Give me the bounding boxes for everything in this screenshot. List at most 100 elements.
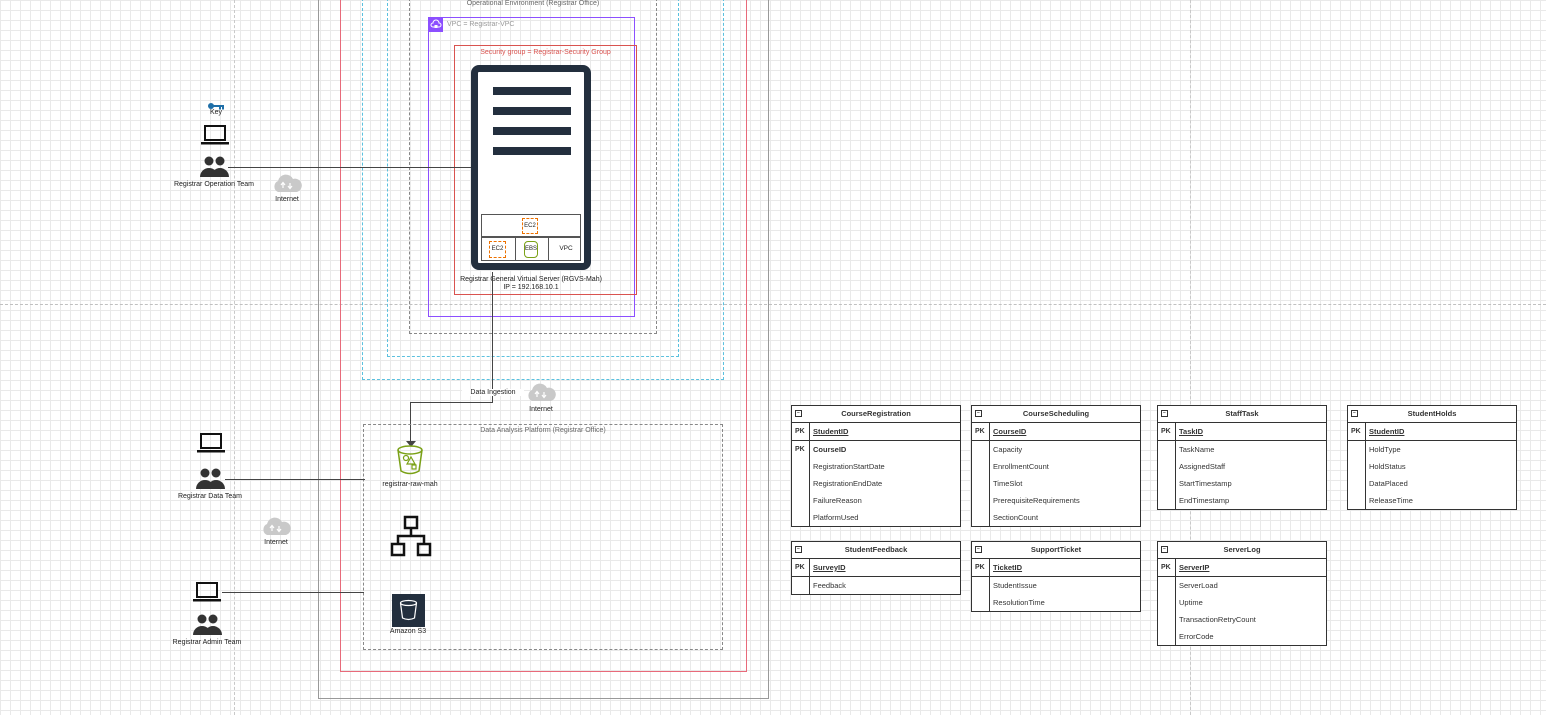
key-marker	[972, 509, 990, 526]
entity-field-row: RegistrationEndDate	[792, 475, 960, 492]
entity-pk-row: PK TaskID	[1158, 423, 1326, 441]
amazon-s3-icon[interactable]	[392, 594, 425, 627]
key-marker: PK	[792, 441, 810, 458]
entity-field-row: EndTimestamp	[1158, 492, 1326, 509]
key-marker: PK	[792, 423, 810, 440]
entity-field-row: RegistrationStartDate	[792, 458, 960, 475]
collapse-icon[interactable]: −	[975, 546, 982, 553]
entity-field-row: Capacity	[972, 441, 1140, 458]
connector-line	[225, 479, 365, 480]
key-marker	[972, 492, 990, 509]
field-name: StudentID	[1369, 427, 1405, 436]
internet-cloud-icon	[271, 174, 303, 194]
field-name: Capacity	[993, 445, 1023, 454]
entity-table[interactable]: − ServerLog PK ServerIP ServerLoad Uptime Tran…	[1157, 541, 1327, 646]
entity-field-row: ReleaseTime	[1348, 492, 1516, 509]
entity-field-row: AssignedStaff	[1158, 458, 1326, 475]
collapse-icon[interactable]: −	[975, 410, 982, 417]
team-label-admin: Registrar Admin Team	[172, 639, 242, 646]
entity-field-row: Uptime	[1158, 594, 1326, 611]
key-marker: PK	[792, 559, 810, 576]
entity-pk-row: PK SurveyID	[792, 559, 960, 577]
collapse-icon[interactable]: −	[1161, 546, 1168, 553]
field-name: Feedback	[813, 581, 846, 590]
entity-pk-row: PK StudentID	[792, 423, 960, 441]
key-marker: PK	[1348, 423, 1366, 440]
field-name: CourseID	[813, 445, 847, 454]
team-label-data: Registrar Data Team	[177, 493, 243, 500]
internet-label: Internet	[275, 196, 299, 203]
entity-field-row: DataPlaced	[1348, 475, 1516, 492]
field-name: PlatformUsed	[813, 513, 859, 522]
key-marker	[1348, 492, 1366, 509]
entity-field-row: HoldType	[1348, 441, 1516, 458]
users-icon	[192, 613, 222, 637]
key-label: Key	[209, 109, 223, 116]
collapse-icon[interactable]: −	[1161, 410, 1168, 417]
s3-bucket-icon[interactable]	[395, 444, 425, 476]
entity-table[interactable]: − CourseRegistration PK StudentID PK CourseID…	[791, 405, 961, 527]
entity-name: ServerLog	[1223, 545, 1261, 554]
key-marker	[792, 458, 810, 475]
field-name: HoldType	[1369, 445, 1401, 454]
connector-line	[228, 167, 471, 168]
entity-title: − SupportTicket	[972, 542, 1140, 559]
ec2-chip-icon: EC2	[489, 241, 506, 258]
entity-title: − CourseRegistration	[792, 406, 960, 423]
key-marker	[1158, 594, 1176, 611]
entity-table[interactable]: − StudentHolds PK StudentID HoldType HoldStat…	[1347, 405, 1517, 510]
field-name: CourseID	[993, 427, 1027, 436]
key-marker	[1158, 628, 1176, 645]
entity-field-row: PlatformUsed	[792, 509, 960, 526]
field-name: ResolutionTime	[993, 598, 1045, 607]
key-marker	[972, 594, 990, 611]
server-top-slot: EC2	[481, 214, 581, 237]
key-marker	[1348, 475, 1366, 492]
internet-label: Internet	[529, 406, 553, 413]
entity-name: CourseScheduling	[1022, 409, 1090, 418]
key-marker	[792, 577, 810, 594]
field-name: SurveyID	[813, 563, 846, 572]
entity-field-row: ErrorCode	[1158, 628, 1326, 645]
data-ingestion-label: Data Ingestion	[462, 389, 524, 396]
entity-pk-row: PK TicketID	[972, 559, 1140, 577]
entity-title: − StudentHolds	[1348, 406, 1516, 423]
key-marker	[1348, 441, 1366, 458]
entity-field-row: TimeSlot	[972, 475, 1140, 492]
vpc-label: VPC = Registrar-VPC	[447, 21, 515, 28]
field-name: TransactionRetryCount	[1179, 615, 1256, 624]
entity-title: − StudentFeedback	[792, 542, 960, 559]
entity-field-row: HoldStatus	[1348, 458, 1516, 475]
team-label-operation: Registrar Operation Team	[173, 181, 255, 188]
entity-table[interactable]: − StaffTask PK TaskID TaskName AssignedStaff S…	[1157, 405, 1327, 510]
entity-table[interactable]: − SupportTicket PK TicketID StudentIssue Reso…	[971, 541, 1141, 612]
key-marker	[1158, 492, 1176, 509]
key-icon	[207, 98, 225, 110]
field-name: StudentIssue	[993, 581, 1037, 590]
connector-line	[222, 592, 364, 593]
entity-field-row: FailureReason	[792, 492, 960, 509]
entity-field-row: SectionCount	[972, 509, 1140, 526]
key-marker	[972, 577, 990, 594]
internet-cloud-icon	[525, 383, 557, 403]
collapse-icon[interactable]: −	[795, 410, 802, 417]
key-marker	[792, 475, 810, 492]
field-name: SectionCount	[993, 513, 1039, 522]
entity-title: − StaffTask	[1158, 406, 1326, 423]
entity-title: − ServerLog	[1158, 542, 1326, 559]
field-name: TicketID	[993, 563, 1023, 572]
server-icon[interactable]: EC2 EC2 EBS VPC	[471, 65, 591, 270]
entity-table[interactable]: − StudentFeedback PK SurveyID Feedback	[791, 541, 961, 595]
collapse-icon[interactable]: −	[795, 546, 802, 553]
entity-name: StudentFeedback	[844, 545, 908, 554]
users-icon	[199, 155, 229, 179]
internet-cloud-icon	[260, 517, 292, 537]
collapse-icon[interactable]: −	[1351, 410, 1358, 417]
entity-field-row: EnrollmentCount	[972, 458, 1140, 475]
guide-line	[234, 0, 235, 715]
ec2-chip-icon: EC2	[522, 218, 538, 234]
entity-name: CourseRegistration	[841, 409, 911, 418]
server-bottom-slot: EC2 EBS VPC	[481, 237, 581, 261]
laptop-icon	[200, 124, 230, 146]
entity-table[interactable]: − CourseScheduling PK CourseID Capacity Enrol…	[971, 405, 1141, 527]
